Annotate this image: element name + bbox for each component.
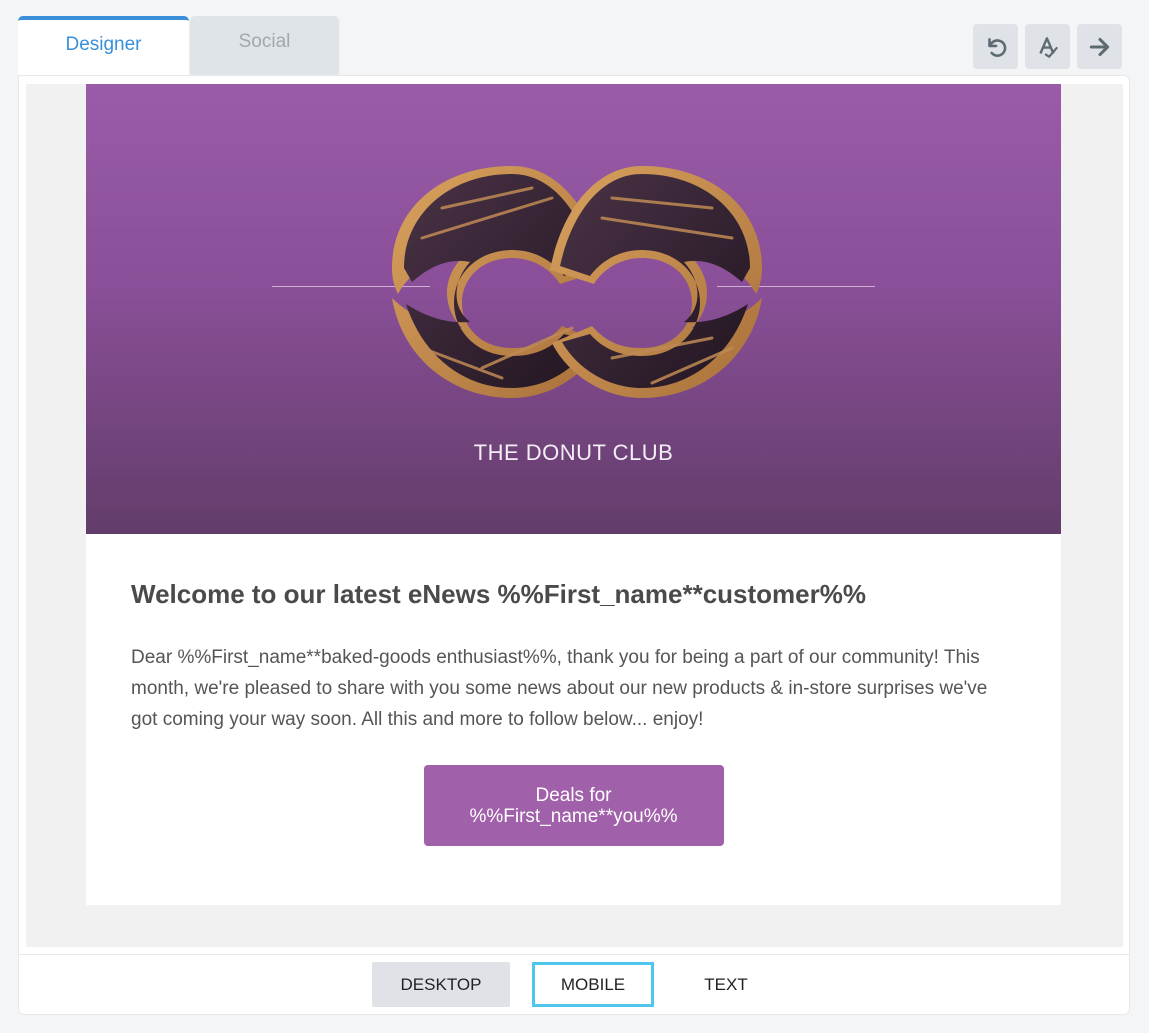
spellcheck-button[interactable] [1025, 24, 1070, 69]
next-button[interactable] [1077, 24, 1122, 69]
donut-logo-image [392, 166, 762, 398]
email-headline[interactable]: Welcome to our latest eNews %%First_name… [131, 578, 1016, 610]
tab-social[interactable]: Social [190, 16, 339, 74]
undo-button[interactable] [973, 24, 1018, 69]
tab-designer[interactable]: Designer [18, 16, 189, 76]
email-body-text[interactable]: Dear %%First_name**baked-goods enthusias… [131, 642, 1016, 735]
view-switcher: DESKTOP MOBILE TEXT [19, 954, 1129, 1014]
spellcheck-icon [1038, 36, 1058, 58]
deals-cta-button[interactable]: Deals for %%First_name**you%% [423, 765, 724, 846]
editor-tabs: Designer Social [18, 16, 339, 76]
email-canvas: THE DONUT CLUB Welcome to our latest eNe… [26, 84, 1123, 947]
text-view-button[interactable]: TEXT [676, 962, 776, 1007]
arrow-right-icon [1089, 37, 1109, 56]
brand-name: THE DONUT CLUB [473, 440, 674, 465]
desktop-view-button[interactable]: DESKTOP [372, 962, 510, 1007]
editor-toolbar [973, 24, 1122, 69]
undo-icon [987, 37, 1006, 57]
email-content: Welcome to our latest eNews %%First_name… [86, 534, 1061, 846]
mobile-view-button[interactable]: MOBILE [532, 962, 654, 1007]
cta-container: Deals for %%First_name**you%% [131, 765, 1016, 846]
hero-banner[interactable]: THE DONUT CLUB [86, 84, 1061, 534]
editor-panel: THE DONUT CLUB Welcome to our latest eNe… [18, 75, 1130, 1015]
email-preview: THE DONUT CLUB Welcome to our latest eNe… [86, 84, 1061, 905]
